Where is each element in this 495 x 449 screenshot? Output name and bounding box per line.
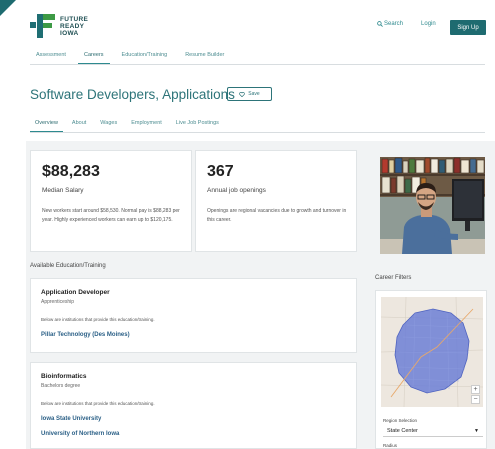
median-salary-description: New workers start around $58,530. Normal… bbox=[42, 208, 180, 223]
caret-down-icon: ▼ bbox=[474, 428, 479, 434]
search-icon bbox=[377, 21, 383, 27]
logo-line-1: FUTURE bbox=[60, 15, 89, 23]
career-filters-card: + − Region Selection State Center ▼ Radi… bbox=[375, 290, 487, 449]
career-sub-nav: Overview About Wages Employment Live Job… bbox=[30, 117, 485, 133]
search-link[interactable]: Search bbox=[377, 21, 403, 27]
median-salary-value: $88,283 bbox=[42, 163, 100, 180]
nav-education-training[interactable]: Education/Training bbox=[116, 49, 174, 64]
education-item[interactable]: Bioinformatics Bachelors degree Below ar… bbox=[30, 362, 357, 449]
future-ready-iowa-logo[interactable]: FUTURE READY IOWA bbox=[30, 14, 88, 38]
radius-label: Radius bbox=[383, 443, 398, 448]
annual-openings-value: 367 bbox=[207, 163, 234, 180]
heart-icon bbox=[239, 91, 246, 97]
career-title: Software Developers, Applications bbox=[30, 87, 235, 102]
save-label: Save bbox=[248, 91, 260, 97]
career-photo bbox=[380, 157, 485, 254]
region-selection-label: Region Selection bbox=[383, 418, 418, 423]
annual-openings-description: Openings are regional vacancies due to g… bbox=[207, 208, 347, 223]
main-nav: Assessment Careers Education/Training Re… bbox=[30, 49, 485, 65]
region-map-graphic bbox=[381, 297, 483, 407]
save-button[interactable]: Save bbox=[227, 87, 272, 101]
zoom-out-button[interactable]: − bbox=[471, 395, 480, 404]
region-map[interactable]: + − bbox=[381, 297, 483, 407]
education-item[interactable]: Application Developer Apprenticeship Bel… bbox=[30, 278, 357, 353]
region-select-value: State Center bbox=[387, 428, 418, 434]
region-select[interactable]: State Center ▼ bbox=[383, 426, 483, 437]
nav-resume-builder[interactable]: Resume Builder bbox=[179, 49, 230, 64]
institution-link[interactable]: Iowa State University bbox=[41, 416, 101, 422]
tab-employment[interactable]: Employment bbox=[126, 117, 167, 132]
zoom-in-button[interactable]: + bbox=[471, 385, 480, 394]
education-type: Apprenticeship bbox=[41, 299, 75, 305]
nav-careers[interactable]: Careers bbox=[77, 49, 110, 64]
logo-text: FUTURE READY IOWA bbox=[60, 16, 88, 37]
tab-overview[interactable]: Overview bbox=[30, 117, 63, 132]
header-links: Search Login bbox=[377, 21, 436, 27]
median-salary-label: Median Salary bbox=[42, 187, 84, 194]
tab-about[interactable]: About bbox=[67, 117, 91, 132]
logo-line-2: READY bbox=[60, 22, 85, 30]
annual-openings-label: Annual job openings bbox=[207, 187, 266, 194]
logo-mark-icon bbox=[30, 14, 56, 38]
annual-openings-card: 367 Annual job openings Openings are reg… bbox=[195, 150, 357, 252]
logo-line-3: IOWA bbox=[60, 29, 79, 37]
education-note: Below are institutions that provide this… bbox=[41, 401, 155, 406]
search-label: Search bbox=[384, 21, 404, 27]
education-note: Below are institutions that provide this… bbox=[41, 317, 155, 322]
education-title: Application Developer bbox=[41, 289, 110, 296]
education-section-label: Available Education/Training bbox=[30, 263, 106, 269]
education-type: Bachelors degree bbox=[41, 383, 81, 389]
career-filters-label: Career Filters bbox=[375, 275, 412, 281]
developer-photo-illustration bbox=[380, 157, 485, 254]
login-link[interactable]: Login bbox=[421, 21, 436, 27]
median-salary-card: $88,283 Median Salary New workers start … bbox=[30, 150, 192, 252]
institution-link[interactable]: University of Northern Iowa bbox=[41, 431, 119, 437]
tab-live-job-postings[interactable]: Live Job Postings bbox=[171, 117, 224, 132]
education-title: Bioinformatics bbox=[41, 373, 87, 380]
sign-up-button[interactable]: Sign Up bbox=[450, 20, 486, 35]
site-header: FUTURE READY IOWA Search Login Sign Up bbox=[0, 0, 495, 44]
nav-assessment[interactable]: Assessment bbox=[30, 49, 72, 64]
tab-wages[interactable]: Wages bbox=[95, 117, 122, 132]
institution-link[interactable]: Pillar Technology (Des Moines) bbox=[41, 332, 130, 338]
